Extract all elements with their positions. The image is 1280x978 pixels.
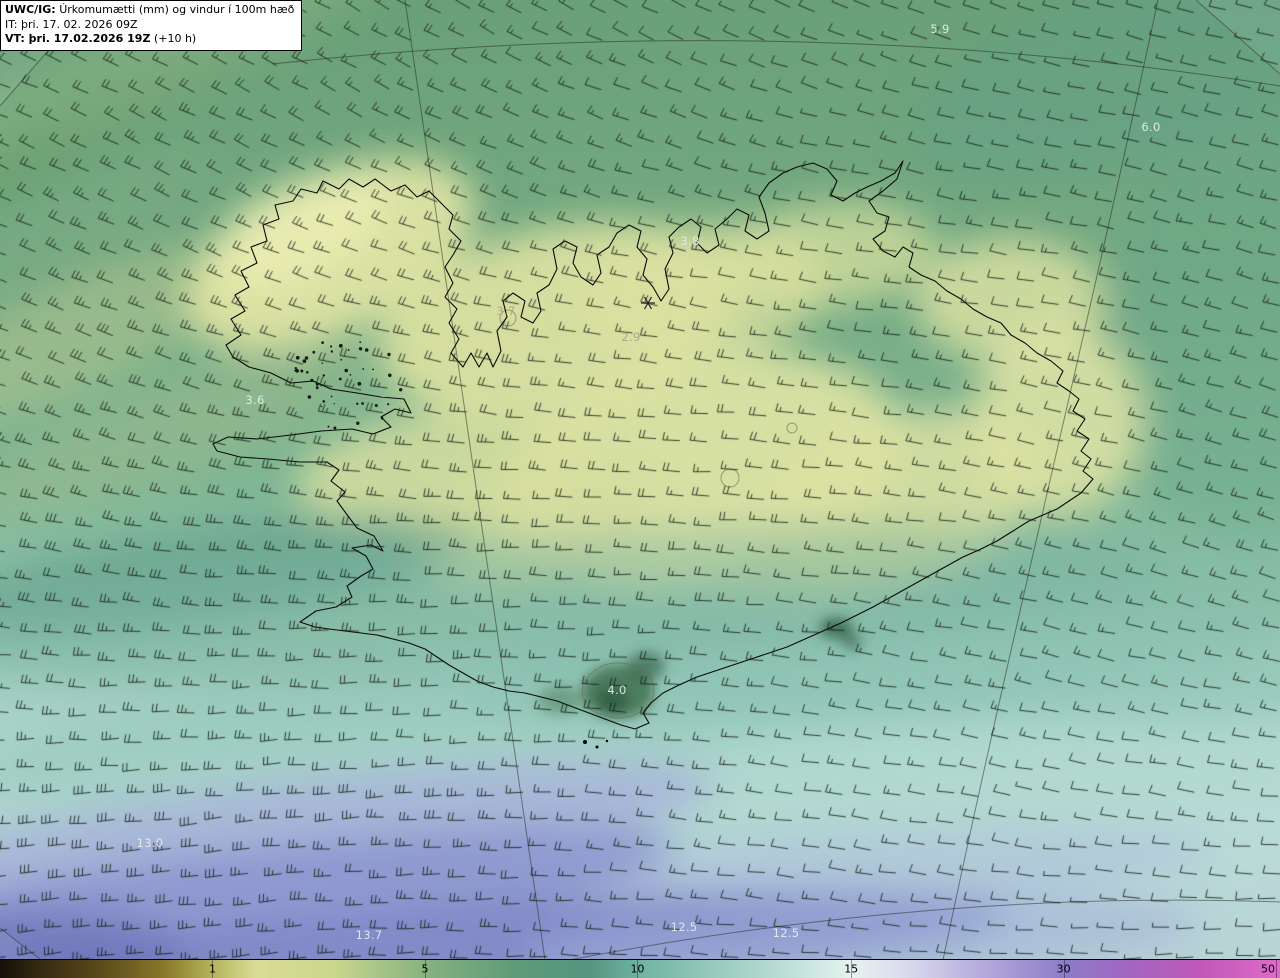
colorbar-tick-label: 15 <box>844 962 859 976</box>
wind-barbs-canvas <box>0 0 1280 960</box>
colorbar-tick <box>1276 960 1278 978</box>
model-title-line: UWC/IG: Úrkomumætti (mm) og vindur í 100… <box>5 3 294 18</box>
product-title: Úrkomumætti (mm) og vindur í 100m hæð <box>59 3 295 16</box>
colorbar-tick-label: 1 <box>208 962 216 976</box>
colorbar-tick-label: 10 <box>630 962 645 976</box>
valid-time: VT: þri. 17.02.2026 19Z <box>5 32 151 46</box>
init-time-line: IT: þri. 17. 02. 2026 09Z <box>5 17 138 31</box>
colorbar-tick-label: 50 <box>1261 962 1275 976</box>
colorbar-tick-label: 5 <box>421 962 429 976</box>
colorbar-tick-label: 30 <box>1056 962 1071 976</box>
valid-time-line: VT: þri. 17.02.2026 19Z (+10 h) <box>5 32 294 47</box>
lead-time: (+10 h) <box>153 32 197 46</box>
precipitation-colorbar: 1 5 10 15 30 50 <box>0 959 1280 978</box>
model-info-box: UWC/IG: Úrkomumætti (mm) og vindur í 100… <box>0 0 303 51</box>
weather-map-viewer: 5.9 6.0 3.8 3.7 2.9 3.6 4.0 13.0 13.7 12.5 12.5 UW… <box>0 0 1280 978</box>
model-name: UWC/IG: <box>5 3 56 16</box>
